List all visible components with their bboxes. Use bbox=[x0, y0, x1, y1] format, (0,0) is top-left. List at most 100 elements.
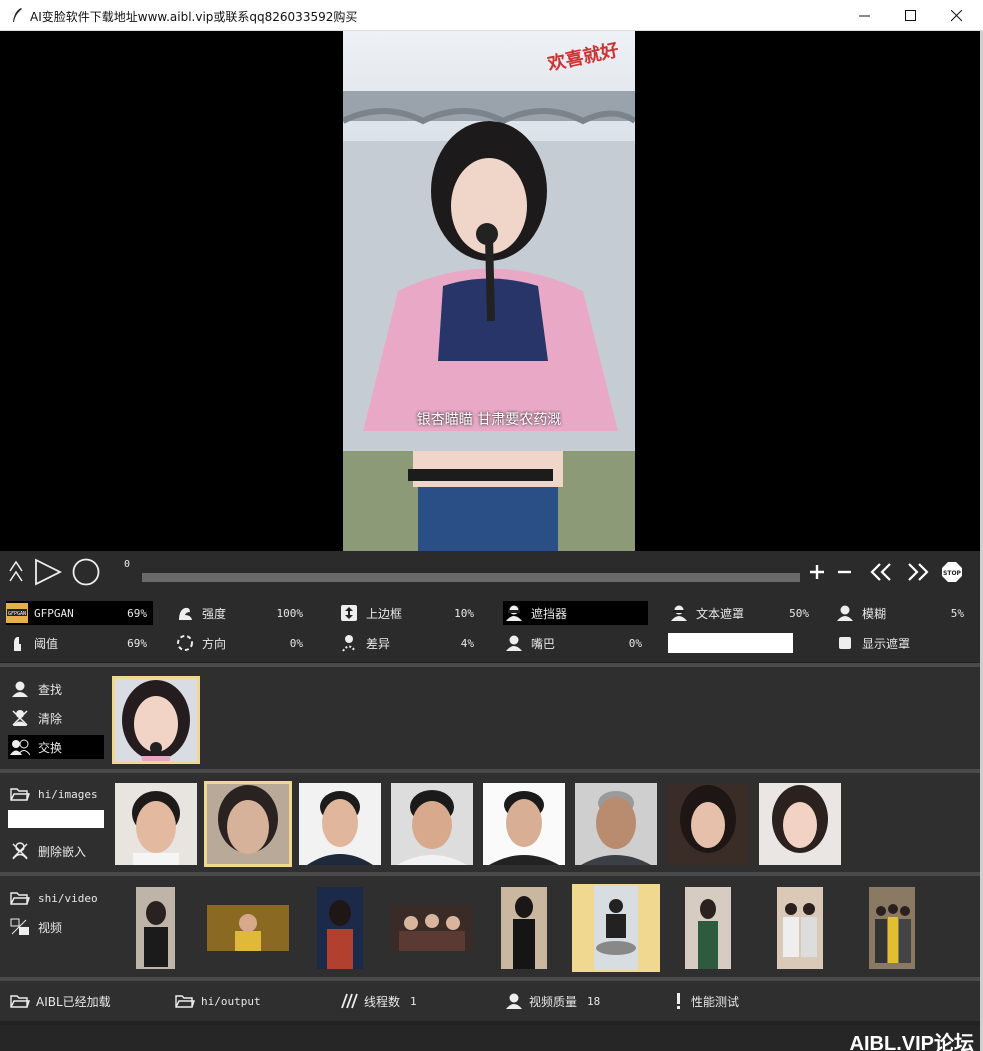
maximize-button[interactable] bbox=[888, 0, 934, 31]
text-mask-input[interactable] bbox=[668, 633, 793, 653]
playback-controls: 0 STOP bbox=[0, 551, 980, 596]
source-face-thumb[interactable] bbox=[299, 783, 381, 865]
video-folder-button[interactable]: shi/video bbox=[8, 886, 104, 910]
fast-forward-icon[interactable] bbox=[907, 563, 929, 581]
diff-slider[interactable]: 差异 4% bbox=[338, 631, 480, 655]
rewind-icon[interactable] bbox=[870, 563, 892, 581]
source-face-image bbox=[397, 790, 467, 865]
chevron-up-double-icon[interactable] bbox=[8, 559, 24, 583]
text-mask-slider[interactable]: 文本遮罩 50% bbox=[668, 601, 815, 625]
target-video-thumb[interactable] bbox=[136, 887, 175, 969]
source-face-thumb[interactable] bbox=[667, 783, 749, 865]
strength-slider[interactable]: 强度 100% bbox=[174, 601, 309, 625]
video-frame-image bbox=[343, 91, 635, 551]
gfpgan-toggle[interactable]: GFPGAN GFPGAN 69% bbox=[6, 601, 153, 625]
video-quality-value: 18 bbox=[587, 994, 601, 1008]
person-mask-icon bbox=[668, 602, 690, 624]
target-video-image bbox=[594, 886, 638, 970]
mouth-value: 0% bbox=[628, 636, 642, 650]
show-mask-toggle[interactable]: 显示遮罩 bbox=[834, 631, 970, 655]
diff-label: 差异 bbox=[366, 636, 391, 651]
svg-text:GFPGAN: GFPGAN bbox=[8, 611, 26, 617]
rotate-icon bbox=[174, 632, 196, 654]
text-mask-value: 50% bbox=[789, 606, 809, 620]
target-video-thumb[interactable] bbox=[501, 887, 547, 969]
plus-icon[interactable] bbox=[809, 564, 825, 580]
window-title: AI变脸软件下载地址www.aibl.vip或联系qq826033592购买 bbox=[30, 10, 358, 24]
performance-test-label: 性能测试 bbox=[691, 994, 740, 1009]
target-video-image bbox=[207, 905, 289, 951]
images-folder-button[interactable]: hi/images bbox=[8, 782, 104, 806]
gfpgan-badge-icon: GFPGAN bbox=[6, 602, 28, 624]
maximize-icon bbox=[905, 10, 916, 21]
clear-label: 清除 bbox=[38, 711, 63, 726]
target-video-thumb[interactable] bbox=[207, 905, 289, 951]
blur-value: 5% bbox=[950, 606, 964, 620]
found-faces-panel: 查找 清除 交换 bbox=[0, 667, 980, 769]
source-images-panel: hi/images 删除嵌入 bbox=[0, 773, 980, 872]
source-face-image bbox=[680, 785, 736, 853]
gfpgan-label: GFPGAN bbox=[34, 606, 74, 620]
found-face-thumbnail[interactable] bbox=[112, 676, 200, 764]
target-video-thumb[interactable] bbox=[572, 884, 660, 972]
occluder-label: 遮挡器 bbox=[531, 606, 568, 621]
target-video-image bbox=[327, 900, 353, 969]
person-icon bbox=[503, 632, 525, 654]
target-video-thumb[interactable] bbox=[777, 887, 823, 969]
source-face-thumb[interactable] bbox=[391, 783, 473, 865]
source-face-thumb[interactable] bbox=[575, 783, 657, 865]
stop-icon[interactable]: STOP bbox=[942, 562, 962, 582]
diff-value: 4% bbox=[460, 636, 474, 650]
delete-embed-button[interactable]: 删除嵌入 bbox=[8, 839, 104, 863]
person-mask-icon bbox=[503, 602, 525, 624]
mouth-slider[interactable]: 嘴巴 0% bbox=[503, 631, 648, 655]
blur-slider[interactable]: 模糊 5% bbox=[834, 601, 970, 625]
find-button[interactable]: 查找 bbox=[8, 677, 104, 701]
show-mask-label: 显示遮罩 bbox=[862, 636, 911, 651]
swap-button[interactable]: 交换 bbox=[8, 735, 104, 759]
delete-face-icon bbox=[10, 841, 30, 861]
output-folder-button[interactable]: hi/output bbox=[175, 991, 261, 1011]
threads-slider[interactable]: 线程数 1 bbox=[340, 991, 417, 1011]
feather-app-icon bbox=[13, 8, 22, 22]
source-face-thumb[interactable] bbox=[204, 781, 292, 867]
updown-arrow-icon bbox=[338, 602, 360, 624]
record-icon[interactable] bbox=[72, 558, 100, 586]
top-border-slider[interactable]: 上边框 10% bbox=[338, 601, 480, 625]
target-video-image bbox=[698, 899, 718, 969]
close-button[interactable] bbox=[934, 0, 980, 31]
aibl-loaded-label: AIBL已经加载 bbox=[36, 994, 111, 1009]
images-search-input[interactable] bbox=[8, 810, 104, 828]
performance-test-button[interactable]: 性能测试 bbox=[673, 991, 739, 1011]
target-video-thumb[interactable] bbox=[869, 887, 915, 969]
video-toggle-button[interactable]: 视频 bbox=[8, 915, 104, 939]
blur-label: 模糊 bbox=[862, 606, 887, 621]
source-face-thumb[interactable] bbox=[115, 783, 197, 865]
status-bar: AIBL已经加载 hi/output 线程数 1 视频质量 18 性能测试 bbox=[0, 981, 980, 1021]
video-viewport[interactable]: 欢喜就好 银杏瞄瞄 甘肃要农药溉 bbox=[0, 31, 980, 551]
text-mask-label: 文本遮罩 bbox=[696, 606, 745, 621]
target-video-thumb[interactable] bbox=[317, 887, 363, 969]
minimize-button[interactable] bbox=[842, 0, 888, 31]
aibl-loaded-button[interactable]: AIBL已经加载 bbox=[10, 991, 111, 1011]
orientation-slider[interactable]: 方向 0% bbox=[174, 631, 309, 655]
strength-label: 强度 bbox=[202, 606, 227, 621]
occluder-toggle[interactable]: 遮挡器 bbox=[503, 601, 648, 625]
target-video-thumb[interactable] bbox=[685, 887, 731, 969]
source-face-thumb[interactable] bbox=[483, 783, 565, 865]
minus-icon[interactable] bbox=[837, 564, 853, 580]
svg-text:STOP: STOP bbox=[943, 570, 962, 577]
threads-value: 1 bbox=[410, 994, 417, 1008]
threshold-slider[interactable]: 阈值 69% bbox=[6, 631, 153, 655]
video-quality-slider[interactable]: 视频质量 18 bbox=[505, 991, 600, 1011]
footer: AIBL.VIP论坛 bbox=[0, 1025, 980, 1051]
video-label: 视频 bbox=[38, 920, 63, 935]
person-icon bbox=[10, 679, 30, 699]
source-face-thumb[interactable] bbox=[759, 783, 841, 865]
frame-number: 0 bbox=[124, 559, 131, 570]
play-icon[interactable] bbox=[34, 558, 62, 586]
clear-button[interactable]: 清除 bbox=[8, 706, 104, 730]
seek-bar[interactable] bbox=[142, 573, 800, 582]
target-video-thumb[interactable] bbox=[391, 905, 473, 951]
strength-value: 100% bbox=[276, 606, 304, 620]
